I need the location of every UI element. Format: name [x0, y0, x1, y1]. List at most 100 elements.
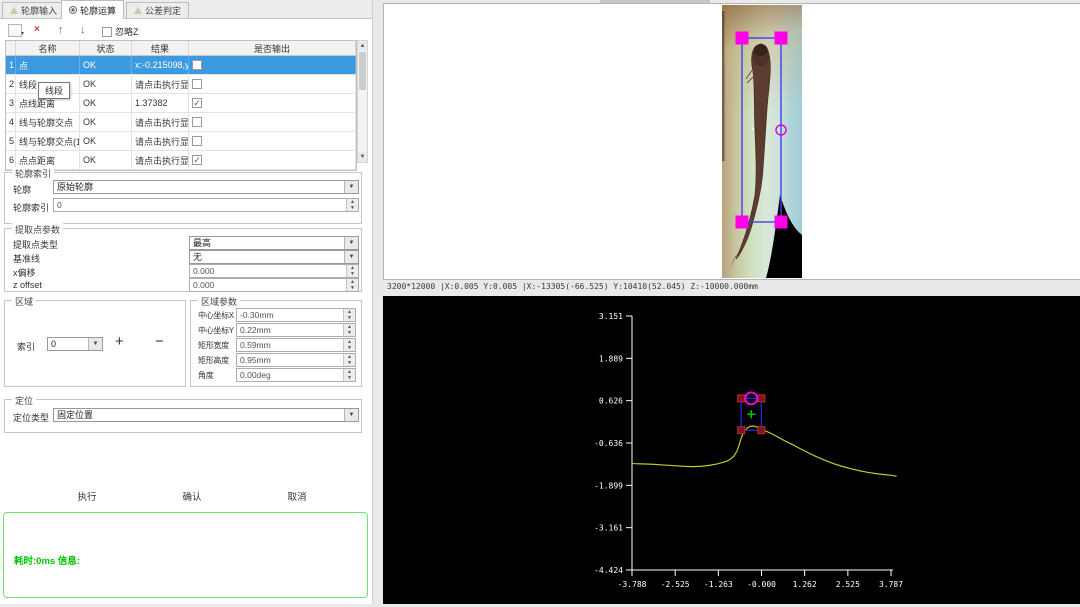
spin-value: 0.22mm	[237, 324, 343, 336]
region-handle	[738, 427, 745, 434]
y-tick-label: -0.636	[594, 439, 623, 448]
output-checkbox[interactable]	[192, 79, 202, 89]
row-number: 1	[6, 56, 16, 74]
output-checkbox[interactable]: ✓	[192, 155, 202, 165]
profile-plot[interactable]: 3.1511.8890.626-0.636-1.899-3.161-4.424-…	[383, 296, 1080, 604]
table-scrollbar[interactable]: ▲ ▼	[357, 40, 368, 163]
scroll-up-icon[interactable]: ▲	[358, 41, 367, 51]
measure-status: OK	[80, 75, 132, 93]
tab-label: 轮廓运算	[80, 4, 116, 17]
chevron-down-icon[interactable]: ▼	[344, 237, 358, 249]
app-window: 轮廓输入 轮廓运算 公差判定 ▾ × ↑ ↓ 忽略Z 名称状态结果是否输出	[0, 0, 1080, 607]
contour-index-group: 轮廓索引 轮廓 原始轮廓 ▼ 轮廓索引 0 ▲▼	[4, 172, 362, 224]
tab-contour-input[interactable]: 轮廓输入	[2, 2, 65, 18]
measure-result: 请点击执行显...	[132, 113, 189, 131]
spinner-arrows[interactable]: ▲▼	[343, 354, 355, 366]
selection-handle[interactable]	[736, 32, 749, 45]
add-measure-button[interactable]	[8, 24, 22, 37]
move-up-button[interactable]: ↑	[58, 24, 64, 36]
combo-value: 无	[190, 251, 344, 263]
position-type-combo[interactable]: 固定位置 ▼	[53, 408, 359, 422]
combo-value: 最高	[190, 237, 344, 249]
x-tick-label: -2.525	[661, 580, 690, 589]
y-tick-label: 0.626	[599, 397, 623, 406]
param-combo[interactable]: 无▼	[189, 250, 359, 264]
spin-value: 0.000	[190, 279, 346, 291]
output-cell: ✓	[189, 94, 356, 112]
output-checkbox[interactable]	[192, 117, 202, 127]
region-param-spinner[interactable]: 0.95mm▲▼	[236, 353, 356, 367]
region-param-spinner[interactable]: 0.59mm▲▼	[236, 338, 356, 352]
x-tick-label: -1.263	[704, 580, 733, 589]
tab-contour-compute[interactable]: 轮廓运算	[61, 0, 124, 19]
column-header[interactable]	[6, 41, 16, 55]
black-region	[766, 195, 802, 278]
spin-value: 0.59mm	[237, 339, 343, 351]
spin-value: -0.30mm	[237, 309, 343, 321]
output-checkbox[interactable]: ✓	[192, 98, 202, 108]
param-spinner[interactable]: 0.000▲▼	[189, 278, 359, 292]
image-viewer[interactable]	[383, 3, 1080, 280]
spinner-arrows[interactable]: ▲▼	[346, 265, 358, 277]
row-number: 4	[6, 113, 16, 131]
tab-tolerance-judge[interactable]: 公差判定	[126, 2, 189, 18]
x-tick-label: -0.000	[747, 580, 776, 589]
output-checkbox[interactable]	[192, 136, 202, 146]
execute-button[interactable]: 执行	[57, 488, 117, 503]
chevron-down-icon[interactable]: ▼	[88, 338, 102, 350]
region-param-label: 角度	[198, 370, 213, 381]
chevron-down-icon[interactable]: ▼	[344, 251, 358, 263]
selection-handle[interactable]	[736, 216, 749, 229]
contour-index-spinner[interactable]: 0 ▲▼	[53, 198, 359, 212]
contour-combo[interactable]: 原始轮廓 ▼	[53, 180, 359, 194]
table-row[interactable]: 5线与轮廓交点(1)OK请点击执行显...	[6, 132, 356, 151]
column-header[interactable]: 结果	[132, 41, 189, 55]
table-row[interactable]: 6点点距离OK请点击执行显...✓	[6, 151, 356, 170]
specimen-image[interactable]	[722, 5, 802, 278]
cancel-button[interactable]: 取消	[267, 488, 327, 503]
contour-label: 轮廓	[13, 183, 31, 196]
left-panel: 轮廓输入 轮廓运算 公差判定 ▾ × ↑ ↓ 忽略Z 名称状态结果是否输出	[0, 0, 373, 604]
chevron-down-icon[interactable]: ▼	[344, 181, 358, 193]
scroll-down-icon[interactable]: ▼	[358, 152, 367, 162]
region-param-spinner[interactable]: 0.22mm▲▼	[236, 323, 356, 337]
measure-toolbar: ▾ × ↑ ↓ 忽略Z	[0, 22, 372, 40]
chevron-down-icon[interactable]: ▾	[21, 30, 24, 37]
column-header[interactable]: 状态	[80, 41, 132, 55]
param-combo[interactable]: 最高▼	[189, 236, 359, 250]
tab-bar: 轮廓输入 轮廓运算 公差判定	[0, 0, 372, 19]
output-checkbox[interactable]	[192, 60, 202, 70]
measure-name: 点	[16, 56, 80, 74]
move-down-button[interactable]: ↓	[80, 24, 86, 36]
column-header[interactable]: 名称	[16, 41, 80, 55]
ignore-z-checkbox[interactable]: 忽略Z	[102, 25, 139, 38]
spinner-arrows[interactable]: ▲▼	[346, 279, 358, 291]
spinner-arrows[interactable]: ▲▼	[343, 339, 355, 351]
region-param-spinner[interactable]: -0.30mm▲▼	[236, 308, 356, 322]
param-spinner[interactable]: 0.000▲▼	[189, 264, 359, 278]
selection-handle[interactable]	[775, 216, 788, 229]
checkbox-icon[interactable]	[102, 27, 112, 37]
scrollbar-thumb[interactable]	[359, 52, 366, 90]
table-row[interactable]: 4线与轮廓交点OK请点击执行显...	[6, 113, 356, 132]
measure-result: 请点击执行显...	[132, 75, 189, 93]
region-index-combo[interactable]: 0 ▼	[47, 337, 103, 351]
remove-region-button[interactable]: −	[155, 334, 164, 349]
region-param-spinner[interactable]: 0.00deg▲▼	[236, 368, 356, 382]
table-row[interactable]: 1点OKx:-0.215098,y:...	[6, 56, 356, 75]
selection-handle[interactable]	[775, 32, 788, 45]
spinner-arrows[interactable]: ▲▼	[343, 309, 355, 321]
confirm-button[interactable]: 确认	[162, 488, 222, 503]
spinner-arrows[interactable]: ▲▼	[343, 369, 355, 381]
chevron-down-icon[interactable]: ▼	[344, 409, 358, 421]
region-params-group: 区域参数 中心坐标X-0.30mm▲▼中心坐标Y0.22mm▲▼矩形宽度0.59…	[190, 300, 362, 387]
spinner-arrows[interactable]: ▲▼	[346, 199, 358, 211]
results-table: 名称状态结果是否输出 1点OKx:-0.215098,y:...2线段OK请点击…	[5, 40, 357, 171]
delete-measure-button[interactable]: ×	[34, 24, 40, 35]
image-shadow	[722, 11, 725, 161]
add-region-button[interactable]: +	[115, 334, 124, 349]
column-header[interactable]: 是否输出	[189, 41, 356, 55]
param-label: 基准线	[13, 252, 40, 265]
spinner-arrows[interactable]: ▲▼	[343, 324, 355, 336]
x-tick-label: -3.788	[618, 580, 647, 589]
